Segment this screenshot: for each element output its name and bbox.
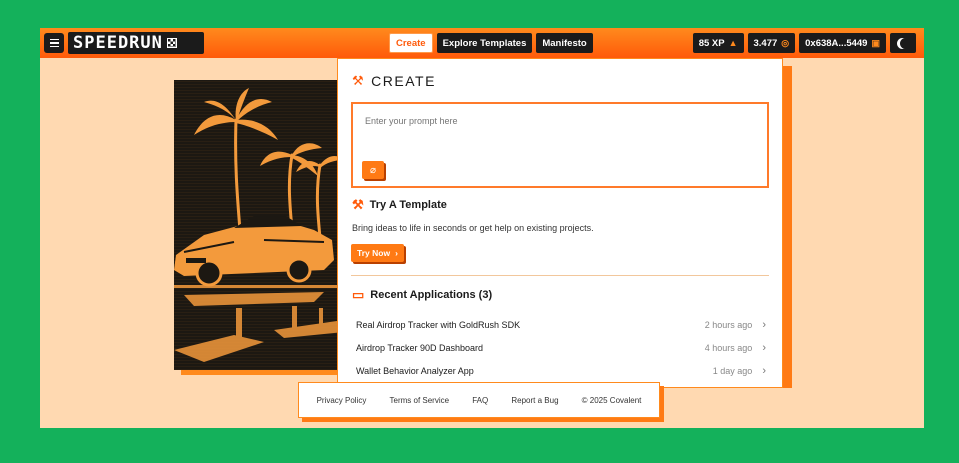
balance-value: 3.477 [753, 37, 778, 49]
coin-icon: ◎ [781, 37, 790, 48]
footer-report-bug-link[interactable]: Report a Bug [511, 396, 558, 405]
template-title: ⚒ Try A Template [352, 197, 447, 213]
checkered-flag-icon [166, 38, 177, 48]
section-divider [351, 275, 769, 276]
hero-artwork [174, 80, 344, 370]
app-frame: SPEEDRUN Create Explore Templates Manife… [40, 28, 924, 428]
recent-title-text: Recent Applications (3) [370, 289, 493, 301]
template-title-text: Try A Template [369, 199, 447, 211]
wallet-address: 0x638A...5449 [805, 37, 868, 49]
hammer-wrench-icon: ⚒ [352, 197, 364, 212]
recent-app-time: 4 hours ago [704, 343, 753, 353]
prompt-box[interactable]: ⌀ [351, 102, 769, 188]
wallet-icon: ▣ [871, 37, 880, 48]
attach-button[interactable]: ⌀ [362, 161, 384, 179]
recent-app-name: Wallet Behavior Analyzer App [356, 366, 474, 376]
chevron-right-icon: › [762, 319, 766, 331]
recent-app-name: Real Airdrop Tracker with GoldRush SDK [356, 320, 521, 330]
palm-car-illustration [174, 88, 344, 362]
theme-toggle-button[interactable] [890, 33, 916, 53]
footer-faq-link[interactable]: FAQ [472, 396, 488, 405]
chevron-right-icon: › [395, 248, 398, 258]
hamburger-icon [49, 38, 59, 41]
recent-app-name: Airdrop Tracker 90D Dashboard [356, 343, 484, 353]
recent-app-row[interactable]: Real Airdrop Tracker with GoldRush SDK 2… [356, 316, 766, 334]
recent-app-time: 1 day ago [712, 366, 753, 376]
speedrun-logo[interactable]: SPEEDRUN [68, 32, 204, 54]
create-title-text: CREATE [371, 73, 436, 89]
recent-app-row[interactable]: Airdrop Tracker 90D Dashboard 4 hours ag… [356, 339, 766, 357]
recent-app-time: 2 hours ago [704, 320, 753, 330]
create-card: ⚒ CREATE ⌀ ⚒ Try A Template Bring ideas … [337, 58, 783, 388]
nav-explore-templates[interactable]: Explore Templates [436, 33, 533, 53]
try-now-button[interactable]: Try Now › [351, 244, 404, 262]
template-description: Bring ideas to life in seconds or get he… [352, 223, 594, 233]
nav-create[interactable]: Create [389, 33, 433, 53]
xp-badge[interactable]: 85 XP ▲ [692, 33, 744, 53]
footer-copyright: © 2025 Covalent [581, 395, 642, 405]
nav-manifesto[interactable]: Manifesto [536, 33, 593, 53]
menu-button[interactable] [44, 33, 64, 53]
prompt-input[interactable] [365, 116, 745, 126]
folder-icon: ▭ [352, 287, 365, 302]
chevron-right-icon: › [762, 365, 766, 377]
balance-badge[interactable]: 3.477 ◎ [747, 33, 796, 53]
main-nav: Create Explore Templates Manifesto [389, 33, 593, 53]
footer-terms-link[interactable]: Terms of Service [390, 396, 450, 405]
top-header: SPEEDRUN Create Explore Templates Manife… [40, 28, 924, 58]
footer-privacy-link[interactable]: Privacy Policy [317, 396, 367, 405]
footer-bar: Privacy Policy Terms of Service FAQ Repo… [298, 382, 660, 418]
moon-icon [900, 38, 911, 49]
recent-app-row[interactable]: Wallet Behavior Analyzer App 1 day ago › [356, 362, 766, 380]
cone-icon: ▲ [728, 38, 738, 48]
tools-icon: ⚒ [352, 73, 366, 88]
header-controls: 85 XP ▲ 3.477 ◎ 0x638A...5449 ▣ [692, 33, 916, 53]
logo-text: SPEEDRUN [73, 33, 163, 53]
paperclip-icon: ⌀ [369, 164, 377, 176]
try-now-label: Try Now [357, 248, 391, 258]
create-title: ⚒ CREATE [352, 73, 436, 89]
xp-value: 85 XP [698, 37, 725, 49]
wallet-button[interactable]: 0x638A...5449 ▣ [799, 33, 886, 53]
chevron-right-icon: › [762, 342, 766, 354]
recent-title: ▭ Recent Applications (3) [352, 287, 492, 303]
